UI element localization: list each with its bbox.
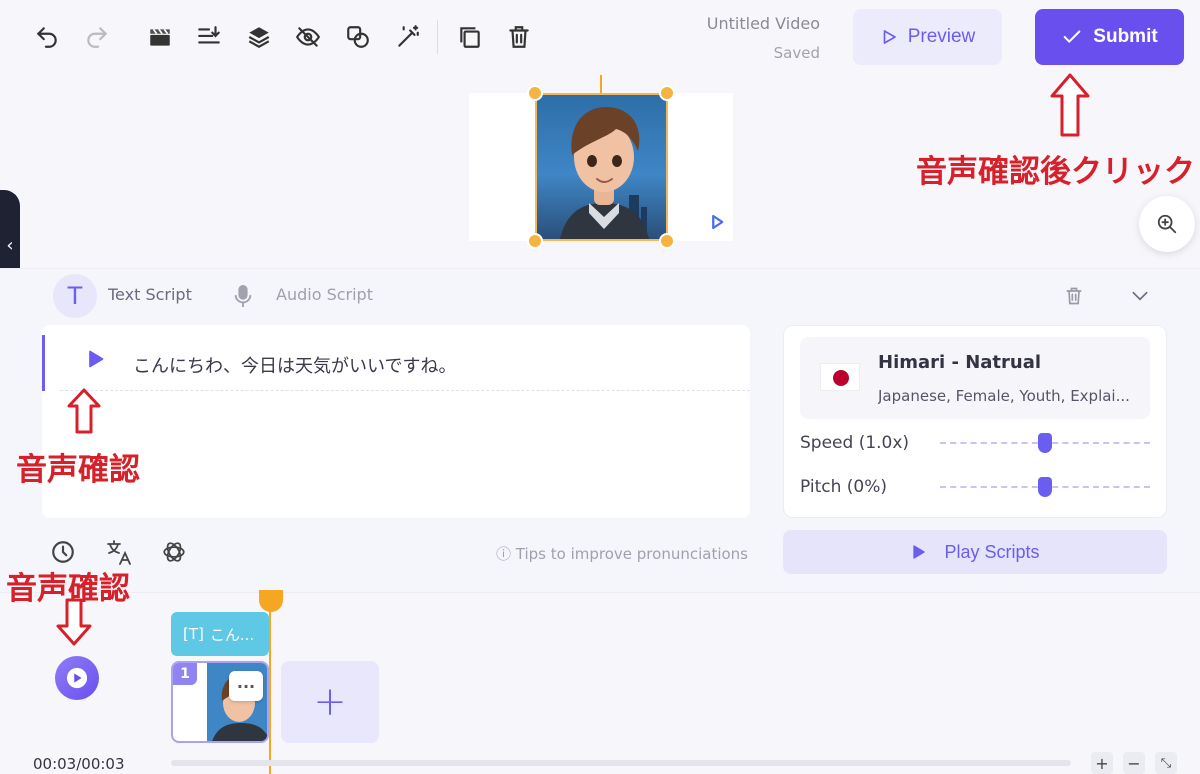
translate-icon[interactable]	[105, 538, 133, 566]
submit-button[interactable]: Submit	[1035, 9, 1184, 65]
text-clip-icon: [T]	[183, 625, 204, 643]
tab-audio-script[interactable]: Audio Script	[276, 285, 373, 304]
duplicate-icon[interactable]	[455, 22, 485, 52]
text-script-icon[interactable]: T	[53, 274, 97, 318]
save-status: Saved	[773, 44, 820, 62]
annotation-up-arrow-script	[67, 388, 101, 434]
timeline-play-button[interactable]	[55, 656, 99, 700]
resize-handle-bottom-left[interactable]	[527, 233, 543, 249]
voice-name: Himari - Natrual	[878, 352, 1042, 373]
delete-icon[interactable]	[504, 22, 534, 52]
play-icon	[66, 667, 88, 689]
avatar-image[interactable]	[535, 93, 668, 241]
tips-label: Tips to improve pronunciations	[515, 545, 748, 563]
toolbar-separator	[437, 20, 438, 54]
zoom-in-button[interactable]	[1139, 196, 1195, 252]
text-clip-label: こん...	[209, 625, 255, 644]
delete-script-icon[interactable]	[1064, 285, 1084, 307]
play-scripts-label: Play Scripts	[944, 541, 1040, 562]
resize-handle-bottom-right[interactable]	[659, 233, 675, 249]
play-line-icon[interactable]	[85, 349, 105, 369]
layers-icon[interactable]	[244, 22, 274, 52]
tab-text-script[interactable]: Text Script	[108, 285, 192, 304]
undo-icon[interactable]	[32, 22, 62, 52]
scene-number: 1	[173, 663, 197, 685]
canvas-guide-line	[600, 75, 602, 93]
shapes-icon[interactable]	[343, 22, 373, 52]
speed-label: Speed (1.0x)	[800, 433, 910, 453]
magic-wand-icon[interactable]	[393, 22, 423, 52]
collapse-timeline-icon[interactable]: ⤡	[1155, 752, 1177, 774]
playhead-line	[269, 603, 271, 774]
align-icon[interactable]	[194, 22, 224, 52]
play-outline-icon	[883, 30, 896, 44]
clapperboard-icon[interactable]	[145, 22, 175, 52]
time-code: 00:03/00:03	[33, 755, 125, 773]
script-divider	[60, 390, 750, 391]
timeline-zoom-in-button[interactable]: +	[1091, 752, 1113, 774]
microphone-icon[interactable]	[232, 283, 254, 309]
script-line-accent	[42, 335, 45, 391]
timeline-scrollbar[interactable]	[171, 760, 1071, 766]
annotation-submit-note: 音声確認後クリック	[916, 154, 1195, 190]
timeline-divider	[0, 592, 1200, 593]
info-icon: ⓘ	[496, 545, 512, 563]
hide-icon[interactable]	[293, 22, 323, 52]
chevron-left-icon: ‹	[6, 234, 14, 256]
playhead-handle[interactable]	[259, 590, 283, 612]
script-line-text[interactable]: こんにちわ、今日は天気がいいですね。	[133, 352, 456, 378]
resize-handle-top-right[interactable]	[659, 85, 675, 101]
timeline-zoom-out-button[interactable]: −	[1123, 752, 1145, 774]
japan-flag-icon	[820, 363, 860, 391]
annotation-down-arrow	[56, 598, 92, 646]
play-icon	[913, 545, 926, 559]
pitch-slider-thumb[interactable]	[1038, 477, 1052, 497]
resize-handle-top-left[interactable]	[527, 85, 543, 101]
clock-icon[interactable]	[50, 539, 76, 565]
preview-button[interactable]: Preview	[853, 9, 1002, 65]
pitch-label: Pitch (0%)	[800, 477, 888, 497]
preview-label: Preview	[907, 26, 976, 47]
check-icon	[1063, 30, 1081, 44]
voice-description: Japanese, Female, Youth, Explai...	[878, 387, 1130, 405]
annotation-up-arrow	[1050, 73, 1090, 137]
ai-assistant-icon[interactable]	[161, 539, 187, 565]
scene-thumbnail[interactable]: 1 ···	[171, 661, 269, 743]
text-clip[interactable]: [T] こん...	[171, 612, 269, 656]
annotation-script-play-note: 音声確認	[16, 452, 140, 488]
zoom-in-icon	[1157, 214, 1177, 234]
video-title[interactable]: Untitled Video	[690, 14, 820, 33]
plus-icon: +	[313, 679, 347, 725]
pronunciation-tips-link[interactable]: ⓘ Tips to improve pronunciations	[496, 543, 748, 564]
collapse-chevron-icon[interactable]	[1129, 286, 1151, 306]
redo-icon[interactable]	[82, 22, 112, 52]
speed-slider-thumb[interactable]	[1038, 433, 1052, 453]
submit-label: Submit	[1093, 26, 1158, 47]
play-scripts-button[interactable]: Play Scripts	[783, 530, 1167, 574]
scene-more-button[interactable]: ···	[229, 671, 263, 701]
watermark-logo	[712, 214, 724, 230]
add-scene-button[interactable]: +	[281, 661, 379, 743]
